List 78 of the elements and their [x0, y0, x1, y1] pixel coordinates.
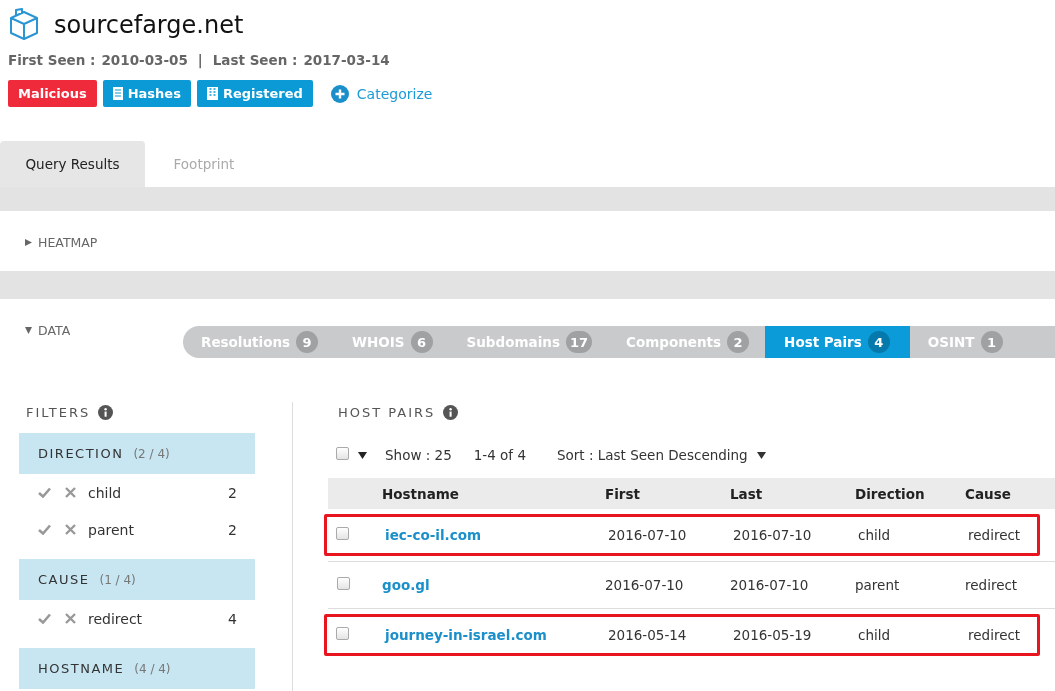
filter-group-header[interactable]: CAUSE (1 / 4): [19, 559, 255, 600]
filter-group-name: CAUSE: [38, 572, 90, 587]
column-header[interactable]: Last: [730, 485, 855, 502]
table-cell-text: redirect: [968, 527, 1022, 543]
box-icon: [8, 8, 40, 42]
check-icon[interactable]: [38, 524, 51, 535]
column-header[interactable]: Cause: [965, 485, 1055, 502]
column-header[interactable]: Hostname: [382, 485, 605, 502]
info-icon[interactable]: [98, 404, 114, 420]
filter-count: 2: [228, 484, 237, 501]
check-icon[interactable]: [38, 487, 51, 498]
table-cell-text: 2016-07-10: [730, 577, 810, 593]
filter-label: parent: [88, 521, 135, 538]
building-icon: [206, 87, 218, 100]
count-badge: 2: [727, 331, 750, 353]
count-badge: 4: [867, 331, 890, 353]
table-cell-text: 2016-07-10: [608, 527, 688, 543]
tag-badge[interactable]: Malicious: [8, 80, 97, 107]
filter-count: 4: [228, 610, 237, 627]
separator: |: [197, 52, 203, 68]
count-badge: 17: [565, 331, 592, 353]
hostname-link[interactable]: journey-in-israel.com: [385, 627, 547, 643]
filter-group-header[interactable]: DIRECTION (2 / 4): [19, 433, 255, 474]
tag-badge[interactable]: Registered: [196, 80, 313, 107]
close-icon[interactable]: [65, 524, 76, 535]
hostname-link[interactable]: iec-co-il.com: [385, 527, 481, 543]
row-checkbox[interactable]: [337, 577, 350, 590]
document-icon: [112, 87, 123, 100]
page-size[interactable]: Show : 25: [385, 447, 452, 463]
domain-title: sourcefarge.net: [54, 11, 244, 39]
table-cell-text: redirect: [968, 627, 1022, 643]
count-badge: 6: [410, 331, 433, 353]
caret-icon[interactable]: [756, 451, 766, 459]
plus-circle-icon: [330, 84, 349, 103]
caret-icon[interactable]: [358, 451, 367, 459]
check-icon[interactable]: [38, 613, 51, 624]
row-checkbox[interactable]: [336, 627, 349, 640]
filter-label: redirect: [88, 610, 144, 627]
count-badge: 1: [980, 331, 1003, 353]
table-cell-text: 2016-05-19: [733, 627, 813, 643]
page-range: 1-4 of 4: [473, 447, 526, 463]
table-cell-text: 2016-07-10: [605, 577, 685, 593]
column-header[interactable]: Direction: [855, 485, 965, 502]
tag-badge[interactable]: Hashes: [102, 80, 191, 107]
host-pairs-heading: HOST PAIRS: [338, 404, 436, 420]
filters-heading: FILTERS: [26, 404, 91, 420]
last-seen-date: 2017-03-14: [303, 52, 390, 68]
info-icon[interactable]: [443, 404, 459, 420]
filter-group-name: HOSTNAME: [38, 661, 125, 676]
heatmap-label[interactable]: HEATMAP: [38, 235, 98, 250]
count-badge: 9: [296, 331, 319, 353]
close-icon[interactable]: [65, 613, 76, 624]
last-seen-label: Last Seen :: [212, 52, 298, 68]
table-cell-text: child: [858, 627, 892, 643]
page-tab[interactable]: Query Results: [0, 141, 145, 187]
row-checkbox[interactable]: [336, 527, 349, 540]
table-cell-text: child: [858, 527, 892, 543]
table-cell-text: 2016-07-10: [733, 527, 813, 543]
data-tab[interactable]: Host Pairs 4: [765, 326, 910, 358]
categorize-link[interactable]: Categorize: [330, 84, 433, 103]
filter-group-count: (4 / 4): [134, 661, 171, 676]
filter-group-header[interactable]: HOSTNAME (4 / 4): [19, 648, 255, 689]
table-cell-text: 2016-05-14: [608, 627, 688, 643]
close-icon[interactable]: [65, 487, 76, 498]
first-seen-date: 2010-03-05: [101, 52, 188, 68]
filter-count: 2: [228, 521, 237, 538]
filter-group-count: (1 / 4): [99, 572, 136, 587]
hostname-link[interactable]: goo.gl: [382, 577, 430, 593]
table-cell-text: parent: [855, 577, 901, 593]
filter-group-count: (2 / 4): [133, 446, 170, 461]
first-seen-label: First Seen :: [8, 52, 96, 68]
select-all-checkbox[interactable]: [336, 447, 349, 460]
data-label[interactable]: DATA: [38, 323, 71, 338]
sort-dropdown[interactable]: Sort : Last Seen Descending: [557, 447, 748, 463]
filter-group-name: DIRECTION: [38, 446, 124, 461]
table-cell-text: redirect: [965, 577, 1019, 593]
filter-label: child: [88, 484, 123, 501]
column-header[interactable]: First: [605, 485, 730, 502]
